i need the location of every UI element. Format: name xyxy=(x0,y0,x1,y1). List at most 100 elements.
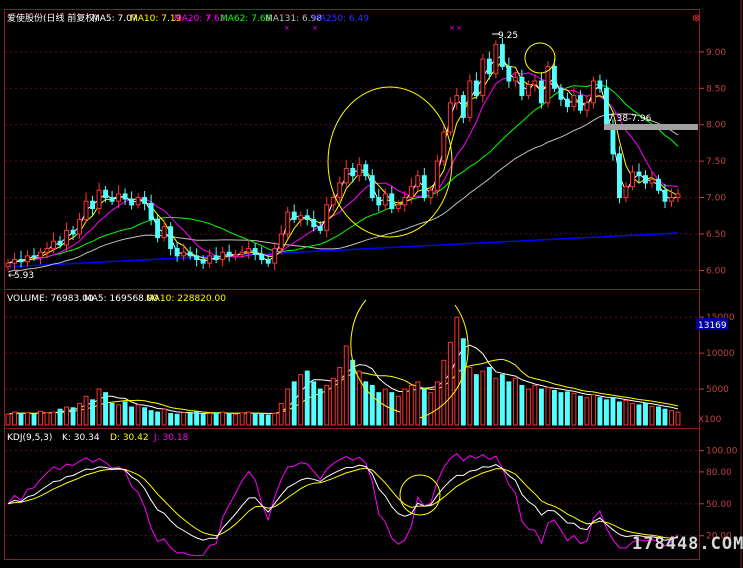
candle-up xyxy=(83,200,89,220)
volume-bar xyxy=(168,413,174,426)
ma131-line xyxy=(7,113,679,273)
stock-chart-svg: 9.008.508.007.507.006.506.00150001000050… xyxy=(4,0,743,568)
low-price-label: 5.93 xyxy=(14,271,34,281)
candle-down xyxy=(597,80,603,89)
volume-bar xyxy=(233,413,239,426)
volume-bar xyxy=(447,341,453,426)
volume-bar xyxy=(669,410,674,426)
axis-tick-label: 100.00 xyxy=(706,447,738,457)
volume-bar xyxy=(109,402,115,426)
volume-bar xyxy=(200,413,206,426)
candle-down xyxy=(662,189,668,202)
candle-down xyxy=(18,259,24,263)
candle-down xyxy=(473,80,479,97)
candle-down xyxy=(311,218,317,228)
candle-up xyxy=(246,248,252,253)
candle-up xyxy=(64,229,69,246)
candle-up xyxy=(402,197,408,206)
candle-down xyxy=(551,65,557,89)
ma250-line xyxy=(7,232,679,268)
candle-down xyxy=(519,76,525,97)
volume-bar xyxy=(12,411,17,426)
stock-chart-window: 9.008.508.007.507.006.506.00150001000050… xyxy=(0,0,743,568)
volume-bar xyxy=(96,388,102,426)
ma20-value: MA20: 7.62 xyxy=(174,14,225,24)
candle-down xyxy=(460,95,466,118)
volume-bar xyxy=(656,406,661,426)
volume-bar xyxy=(324,384,330,426)
candle-up xyxy=(239,251,245,255)
kdj-k-line xyxy=(7,464,679,541)
candle-up xyxy=(590,80,596,104)
low-price-arrow-icon: ← xyxy=(8,271,16,281)
kdj-panel-frame xyxy=(4,428,700,560)
volume-bar xyxy=(57,408,63,426)
close-icon[interactable]: ⊗ xyxy=(692,13,700,24)
volume-bar xyxy=(590,394,596,426)
volume-bar xyxy=(129,406,135,426)
candle-down xyxy=(538,80,544,104)
volume-bar xyxy=(577,395,583,426)
candle-down xyxy=(363,164,369,177)
volume-bar xyxy=(135,404,141,426)
candle-down xyxy=(499,44,505,67)
axis-tick-label: 5000 xyxy=(706,385,729,395)
candle-up xyxy=(584,102,590,111)
volume-bar xyxy=(402,388,408,426)
candle-up xyxy=(434,160,440,191)
candle-up xyxy=(96,189,102,210)
candle-up xyxy=(415,175,421,188)
candle-down xyxy=(148,202,154,220)
range-label: 7.38-7.96 xyxy=(608,114,652,124)
candle-up xyxy=(649,178,655,184)
volume-bar xyxy=(311,381,317,426)
volume-badge: 13169 xyxy=(698,321,727,331)
volume-bar xyxy=(545,387,551,426)
candle-up xyxy=(285,211,291,235)
candle-up xyxy=(512,76,518,82)
volume-bar xyxy=(122,401,128,426)
candle-down xyxy=(421,175,427,199)
signal-marker: × xyxy=(456,24,462,32)
candle-up xyxy=(44,248,50,253)
candle-down xyxy=(304,215,310,220)
volume-bar xyxy=(181,412,187,426)
candle-up xyxy=(38,251,43,258)
volume-ma10-line xyxy=(7,358,679,415)
candle-up xyxy=(428,189,434,199)
candle-down xyxy=(656,178,661,191)
candle-down xyxy=(252,248,258,255)
volume-bar xyxy=(83,395,89,426)
candle-down xyxy=(376,197,382,206)
volume-bar xyxy=(480,370,486,426)
volume-bar xyxy=(623,400,629,426)
volume-bar xyxy=(77,402,83,426)
volume-bar xyxy=(421,388,427,426)
candle-up xyxy=(161,226,167,239)
kdj-title: KDJ(9,5,3) xyxy=(7,433,52,443)
volume-header: VOLUME: 76983.00 MA5: 169568.00 MA10: 22… xyxy=(7,294,226,304)
volume-bar xyxy=(564,391,570,426)
signal-marker: × xyxy=(312,24,318,32)
axis-tick-label: 6.00 xyxy=(706,266,726,276)
candle-up xyxy=(532,80,538,86)
candle-down xyxy=(486,58,492,75)
axis-tick-label: 6.50 xyxy=(706,230,726,240)
volume-bar xyxy=(493,377,499,426)
watermark: 178448.COM xyxy=(632,534,743,554)
volume-bar xyxy=(512,377,518,426)
candle-up xyxy=(5,262,11,268)
volume-bar xyxy=(174,413,180,426)
candle-up xyxy=(454,95,460,104)
axis-tick-label: 80.00 xyxy=(706,468,732,478)
volume-ma10-value: MA10: 228820.00 xyxy=(146,294,226,304)
candle-up xyxy=(408,186,414,199)
candle-up xyxy=(675,193,681,199)
candle-down xyxy=(194,255,200,261)
volume-bar xyxy=(239,412,245,426)
candle-up xyxy=(25,255,30,263)
volume-bar xyxy=(662,408,668,426)
volume-bar xyxy=(473,374,479,426)
volume-bar xyxy=(103,392,109,426)
candle-down xyxy=(506,65,512,82)
